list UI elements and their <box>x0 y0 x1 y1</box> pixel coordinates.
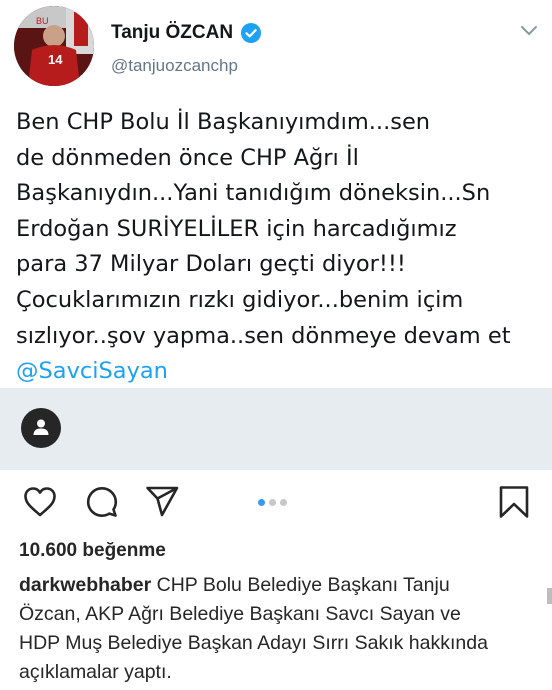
tweet-line: de dönmeden önce CHP Ağrı İl <box>16 144 359 171</box>
mention-link[interactable]: @SavciSayan <box>16 354 544 390</box>
tweet-line: sızlıyor..şov yapma..sen dönmeye devam e… <box>16 322 511 349</box>
avatar[interactable]: 14 BU <box>14 6 94 86</box>
carousel-dot <box>258 499 265 506</box>
comment-icon[interactable] <box>84 484 120 520</box>
tweet-text: Ben CHP Bolu İl Başkanıyımdım...sen de d… <box>16 105 544 390</box>
caption-line: Özcan, AKP Ağrı Belediye Başkanı Savcı S… <box>19 603 461 625</box>
embedded-tweet: 14 BU Tanju ÖZCAN @tanjuozcanchp Ben CHP… <box>0 0 552 388</box>
verified-badge-icon <box>241 23 262 43</box>
like-count[interactable]: 10.600 beğenme <box>19 540 166 562</box>
tweet-line: Çocuklarımızın rızkı gidiyor...benim içi… <box>16 286 464 313</box>
tweet-line: Başkanıydın...Yani tanıdığım döneksin...… <box>16 180 491 207</box>
display-name[interactable]: Tanju ÖZCAN <box>111 22 233 44</box>
scrollbar[interactable] <box>547 588 552 604</box>
jersey-number: 14 <box>48 52 63 67</box>
heart-icon[interactable] <box>22 484 58 520</box>
share-icon[interactable] <box>144 484 180 520</box>
svg-text:BU: BU <box>36 16 49 26</box>
caption-line: açıklamalar yaptı. <box>19 661 172 683</box>
caption-username[interactable]: darkwebhaber <box>19 574 151 596</box>
bookmark-icon[interactable] <box>496 484 532 520</box>
chevron-down-icon[interactable] <box>520 22 538 40</box>
handle[interactable]: @tanjuozcanchp <box>111 56 238 76</box>
caption-text: CHP Bolu Belediye Başkanı Tanju <box>151 574 450 596</box>
tweet-line: para 37 Milyar Doları geçti diyor!!! <box>16 251 406 278</box>
caption-line: darkwebhaber CHP Bolu Belediye Başkanı T… <box>19 571 539 600</box>
user-tag-icon[interactable] <box>21 408 61 448</box>
post-caption: darkwebhaber CHP Bolu Belediye Başkanı T… <box>19 571 539 687</box>
tweet-author[interactable]: Tanju ÖZCAN <box>111 22 262 44</box>
profile-photo-image: 14 BU <box>14 6 94 86</box>
carousel-dot <box>269 499 276 506</box>
media-footer <box>0 388 552 470</box>
tweet-line: Erdoğan SURİYELİLER için harcadığımız <box>16 215 457 242</box>
carousel-dot <box>280 499 287 506</box>
action-bar <box>0 470 552 538</box>
tweet-line: Ben CHP Bolu İl Başkanıyımdım...sen <box>16 109 431 135</box>
carousel-indicator <box>258 499 287 506</box>
caption-line: HDP Muş Belediye Başkan Adayı Sırrı Sakı… <box>19 632 488 654</box>
